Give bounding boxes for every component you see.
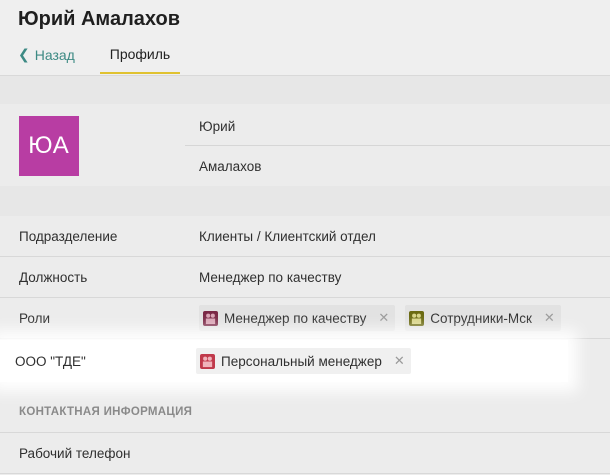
first-name-value: Юрий xyxy=(199,118,236,134)
contacts-section-title: КОНТАКТНАЯ ИНФОРМАЦИЯ xyxy=(19,406,193,418)
role-chip[interactable]: Сотрудники-Мск ✕ xyxy=(405,305,561,331)
role-chip-label: Менеджер по качеству xyxy=(224,310,367,326)
spacer-band xyxy=(0,76,610,104)
close-icon[interactable]: ✕ xyxy=(544,310,555,326)
org-roles-list: Персональный менеджер ✕ xyxy=(196,348,411,374)
last-name-field[interactable]: Амалахов xyxy=(185,146,610,186)
work-phone-row: Рабочий телефон xyxy=(0,433,610,474)
org-role-chip[interactable]: Персональный менеджер ✕ xyxy=(196,348,411,374)
chevron-left-icon: ❮ xyxy=(18,46,30,62)
users-icon xyxy=(200,353,215,369)
last-name-value: Амалахов xyxy=(199,158,262,174)
users-icon xyxy=(203,310,218,326)
position-label: Должность xyxy=(19,269,88,285)
org-role-chip-label: Персональный менеджер xyxy=(221,353,382,369)
spacer-band-2 xyxy=(0,186,610,216)
avatar: ЮА xyxy=(19,116,79,176)
position-value: Менеджер по качеству xyxy=(199,269,342,285)
role-chip[interactable]: Менеджер по качеству ✕ xyxy=(199,305,396,331)
back-label: Назад xyxy=(34,46,75,63)
role-chip-label: Сотрудники-Мск xyxy=(430,310,532,326)
org-row: ООО "ТДЕ" Персональный менеджер ✕ xyxy=(0,340,568,382)
profile-page: Юрий Амалахов ❮ Назад Профиль ЮА Юрий Ам… xyxy=(0,0,610,475)
department-value: Клиенты / Клиентский отдел xyxy=(199,228,376,244)
department-row: Подразделение Клиенты / Клиентский отдел xyxy=(0,216,610,257)
position-row: Должность Менеджер по качеству xyxy=(0,257,610,298)
page-title: Юрий Амалахов xyxy=(18,8,181,30)
page-header: Юрий Амалахов ❮ Назад Профиль xyxy=(0,0,610,76)
roles-list: Менеджер по качеству ✕ Сотрудники-Мск ✕ xyxy=(199,305,561,331)
close-icon[interactable]: ✕ xyxy=(394,353,405,369)
org-label: ООО "ТДЕ" xyxy=(15,353,86,369)
department-label: Подразделение xyxy=(19,228,118,244)
back-button[interactable]: ❮ Назад xyxy=(18,46,75,63)
users-icon xyxy=(409,310,425,326)
first-name-field[interactable]: Юрий xyxy=(185,106,610,146)
work-phone-label: Рабочий телефон xyxy=(19,445,131,461)
roles-label: Роли xyxy=(19,310,51,326)
tab-profile[interactable]: Профиль xyxy=(100,36,180,74)
roles-row: Роли Менеджер по качеству ✕ Сотрудники-М… xyxy=(0,298,610,339)
close-icon[interactable]: ✕ xyxy=(378,310,389,326)
